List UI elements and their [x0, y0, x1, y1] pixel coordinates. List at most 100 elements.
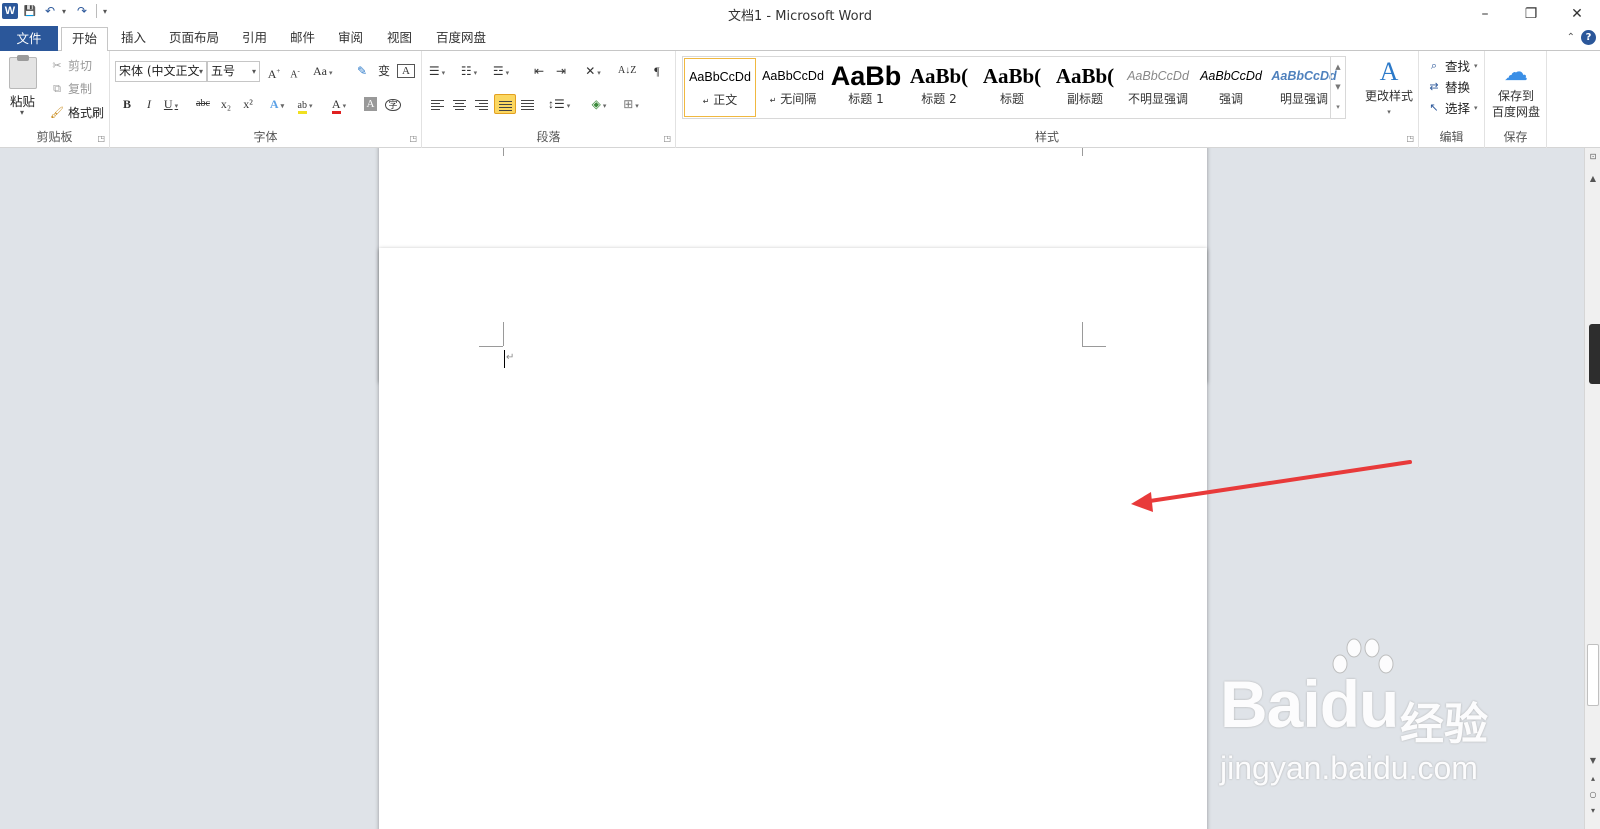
scroll-down-icon[interactable]: ▼ — [1585, 756, 1600, 765]
decrease-indent-button[interactable]: ⇤ — [530, 61, 548, 81]
chinese-layout-button[interactable]: ✕ ▾ — [584, 61, 602, 81]
enclose-characters-button[interactable]: 字 — [384, 94, 402, 114]
styles-gallery: AaBbCcDd ↵ 正文 AaBbCcDd ↵ 无间隔 AaBb 标题 1 A… — [682, 56, 1346, 119]
change-case-button[interactable]: Aa ▾ — [313, 61, 333, 81]
restore-button[interactable]: ❐ — [1508, 0, 1554, 26]
character-border-button[interactable]: A — [397, 64, 415, 78]
show-marks-button[interactable]: ¶ — [648, 61, 666, 81]
editing-group-label: 编辑 — [1439, 130, 1464, 144]
scroll-up-icon[interactable]: ▲ — [1585, 174, 1600, 183]
gallery-up-icon[interactable]: ▲ — [1331, 57, 1345, 77]
font-name-dropdown[interactable]: 宋体 (中文正文 ▾ — [115, 61, 207, 82]
word-app-icon[interactable]: W — [2, 3, 18, 19]
vertical-scrollbar[interactable]: ⊡ ▲ ▼ ▴ ○ ▾ — [1584, 148, 1600, 829]
sort-button[interactable]: A↓Z — [618, 61, 636, 81]
align-right-button[interactable] — [472, 94, 490, 114]
copy-button[interactable]: ⧉ 复制 — [50, 80, 92, 97]
character-shading-button[interactable]: A — [364, 97, 377, 111]
save-group: ☁ 保存到 百度网盘 保存 — [1485, 51, 1547, 148]
close-button[interactable]: ✕ — [1554, 0, 1600, 26]
help-icon[interactable]: ? — [1581, 30, 1596, 45]
tab-mailings[interactable]: 邮件 — [280, 27, 325, 51]
align-center-button[interactable] — [450, 94, 468, 114]
ruler-toggle-icon[interactable]: ⊡ — [1585, 152, 1600, 161]
borders-button[interactable]: ⊞ ▾ — [622, 94, 640, 114]
style-emphasis[interactable]: AaBbCcDd 强调 — [1195, 58, 1267, 117]
previous-page-icon[interactable]: ▴ — [1585, 774, 1600, 783]
clipboard-launcher-icon[interactable]: ◳ — [97, 134, 105, 143]
italic-button[interactable]: I — [140, 94, 158, 114]
style-subtitle[interactable]: AaBb( 副标题 — [1049, 58, 1121, 117]
bold-button[interactable]: B — [118, 94, 136, 114]
font-color-button[interactable]: A ▾ — [330, 94, 348, 114]
style-heading-2[interactable]: AaBb( 标题 2 — [903, 58, 975, 117]
select-label: 选择 — [1445, 101, 1471, 116]
line-spacing-button[interactable]: ↕☰ ▾ — [548, 94, 570, 114]
side-panel-tab[interactable] — [1589, 324, 1600, 384]
subscript-button[interactable]: x₂ — [217, 94, 235, 114]
shrink-font-button[interactable]: A- — [286, 61, 304, 81]
tab-insert[interactable]: 插入 — [111, 27, 156, 51]
shading-button[interactable]: ◈ ▾ — [590, 94, 608, 114]
style-heading-1[interactable]: AaBb 标题 1 — [830, 58, 902, 117]
align-center-icon — [452, 99, 466, 111]
scrollbar-thumb[interactable] — [1587, 644, 1599, 706]
superscript-button[interactable]: x² — [239, 94, 257, 114]
tab-file[interactable]: 文件 — [0, 26, 58, 51]
bullets-button[interactable]: ☰ ▾ — [428, 61, 446, 81]
highlight-button[interactable]: ab ▾ — [296, 94, 314, 114]
justify-button[interactable] — [494, 94, 516, 114]
redo-icon[interactable]: ↷ — [74, 4, 90, 18]
increase-indent-button[interactable]: ⇥ — [552, 61, 570, 81]
align-left-button[interactable] — [428, 94, 446, 114]
undo-dropdown-icon[interactable]: ▾ — [62, 7, 70, 16]
text-effects-button[interactable]: A ▾ — [268, 94, 286, 114]
minimize-button[interactable]: – — [1462, 0, 1508, 26]
save-icon[interactable]: 💾 — [22, 6, 38, 17]
paste-dropdown-icon[interactable]: ▾ — [20, 108, 24, 117]
tab-references[interactable]: 引用 — [232, 27, 277, 51]
paste-icon[interactable] — [9, 55, 37, 89]
minimize-ribbon-icon[interactable]: ⌃ — [1567, 32, 1575, 43]
customize-qat-icon[interactable]: ▾ — [103, 7, 111, 16]
strikethrough-button[interactable]: abc — [194, 94, 212, 114]
font-group: 宋体 (中文正文 ▾ 五号 ▾ A+ A- Aa ▾ ✎ 变 A B I U ▾ abc… — [110, 51, 422, 148]
underline-button[interactable]: U ▾ — [162, 94, 180, 114]
browse-object-icon[interactable]: ○ — [1585, 790, 1600, 799]
multilevel-list-button[interactable]: ☲ ▾ — [492, 61, 510, 81]
find-button[interactable]: ⌕ 查找 ▾ — [1427, 56, 1478, 75]
style-no-spacing[interactable]: AaBbCcDd ↵ 无间隔 — [757, 58, 829, 117]
font-launcher-icon[interactable]: ◳ — [409, 134, 417, 143]
change-styles-button[interactable]: A 更改样式 ▾ — [1359, 56, 1419, 120]
distributed-button[interactable] — [518, 94, 536, 114]
style-subtle-emphasis[interactable]: AaBbCcDd 不明显强调 — [1122, 58, 1194, 117]
cut-button[interactable]: ✂ 剪切 — [50, 57, 92, 74]
copy-label: 复制 — [68, 82, 93, 96]
styles-launcher-icon[interactable]: ◳ — [1406, 134, 1414, 143]
watermark-bai: Bai — [1220, 667, 1321, 741]
format-painter-button[interactable]: 🖌 格式刷 — [50, 104, 104, 121]
next-page-icon[interactable]: ▾ — [1585, 806, 1600, 815]
style-title[interactable]: AaBb( 标题 — [976, 58, 1048, 117]
grow-font-button[interactable]: A+ — [265, 61, 283, 81]
numbering-button[interactable]: ☷ ▾ — [460, 61, 478, 81]
undo-icon[interactable]: ↶ — [42, 4, 58, 18]
gallery-down-icon[interactable]: ▼ — [1331, 77, 1345, 97]
replace-button[interactable]: ⇄ 替换 — [1427, 77, 1470, 96]
save-to-netdisk-button[interactable]: ☁ 保存到 百度网盘 — [1487, 56, 1545, 120]
font-size-dropdown[interactable]: 五号 ▾ — [207, 61, 260, 82]
style-normal[interactable]: AaBbCcDd ↵ 正文 — [684, 58, 756, 117]
tab-view[interactable]: 视图 — [377, 27, 422, 51]
paragraph-launcher-icon[interactable]: ◳ — [663, 134, 671, 143]
phonetic-guide-button[interactable]: 变 — [375, 61, 393, 81]
tab-home[interactable]: 开始 — [61, 27, 109, 52]
gallery-more-icon[interactable]: ▾ — [1331, 97, 1345, 117]
page-current[interactable]: ↵ — [379, 248, 1207, 829]
watermark-brand: Baidu — [1220, 666, 1399, 742]
tab-baidu-netdisk[interactable]: 百度网盘 — [426, 27, 496, 51]
tab-page-layout[interactable]: 页面布局 — [159, 27, 229, 51]
clear-format-button[interactable]: ✎ — [353, 61, 371, 81]
select-button[interactable]: ↖ 选择 ▾ — [1427, 98, 1477, 117]
tab-review[interactable]: 审阅 — [328, 27, 373, 51]
align-left-icon — [430, 99, 444, 111]
